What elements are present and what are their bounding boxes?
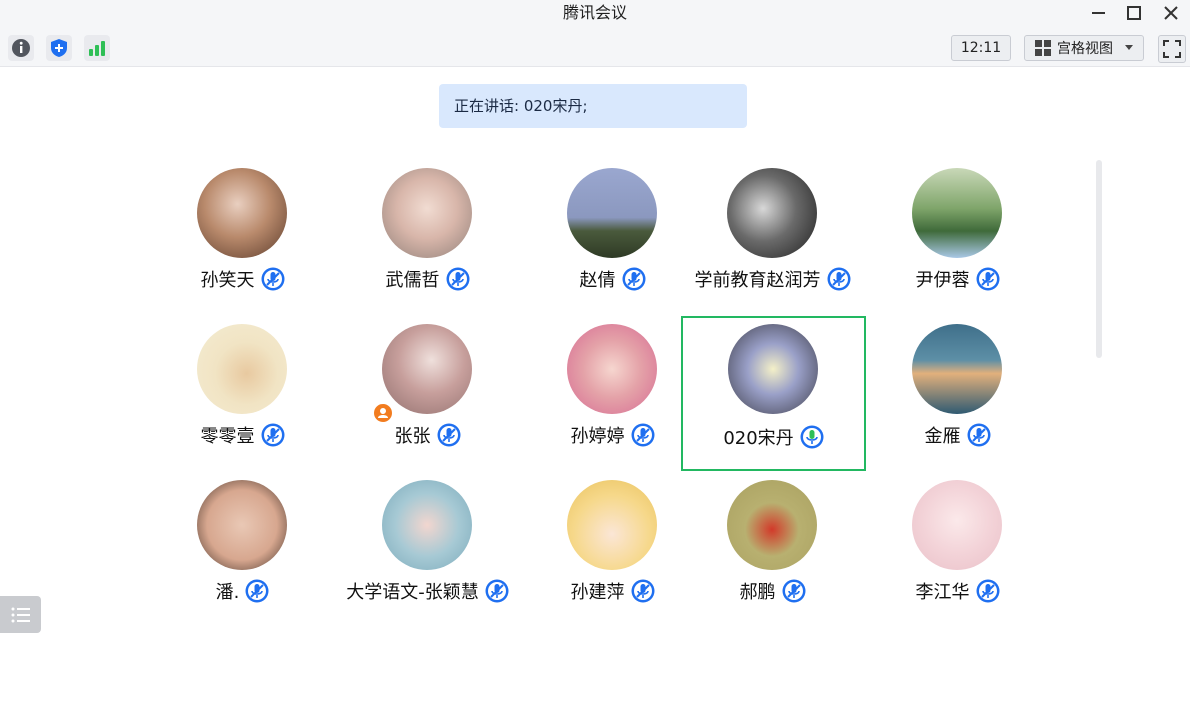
participant-tile-active[interactable]: 020宋丹 (681, 316, 866, 471)
participant-tile[interactable]: 尹伊蓉 (865, 168, 1050, 318)
participant-name: 潘. (215, 582, 240, 603)
scrollbar[interactable] (1096, 160, 1102, 358)
list-icon (11, 607, 30, 622)
close-button[interactable] (1157, 2, 1185, 24)
meeting-timer: 12:11 (951, 35, 1011, 61)
participant-name: 孙婷婷 (570, 426, 625, 447)
avatar (728, 324, 818, 414)
avatar (197, 324, 287, 414)
avatar (912, 168, 1002, 258)
participant-name: 020宋丹 (723, 428, 794, 449)
minimize-button[interactable] (1085, 2, 1113, 24)
mic-speaking-icon[interactable] (800, 425, 824, 449)
participant-tile[interactable]: 孙建萍 (520, 480, 705, 630)
mic-muted-icon[interactable] (622, 267, 646, 291)
avatar (727, 168, 817, 258)
fullscreen-button[interactable] (1158, 35, 1186, 63)
minimize-icon (1092, 12, 1105, 14)
maximize-icon (1127, 6, 1141, 20)
avatar (567, 168, 657, 258)
mic-muted-icon[interactable] (446, 267, 470, 291)
participant-name: 学前教育赵润芳 (694, 270, 821, 291)
participant-tile[interactable]: 张张 (335, 324, 520, 474)
security-button[interactable] (46, 35, 72, 61)
participant-name: 张张 (394, 426, 431, 447)
participant-name: 孙笑天 (200, 270, 255, 291)
avatar (197, 480, 287, 570)
host-badge (372, 402, 394, 424)
avatar (912, 324, 1002, 414)
toolbar: 12:11 宫格视图 (0, 30, 1190, 67)
participant-name: 孙建萍 (570, 582, 625, 603)
participant-tile[interactable]: 郝鹏 (680, 480, 865, 630)
avatar (727, 480, 817, 570)
participant-tile[interactable]: 学前教育赵润芳 (680, 168, 865, 318)
mic-muted-icon[interactable] (261, 423, 285, 447)
avatar (197, 168, 287, 258)
avatar (567, 324, 657, 414)
chevron-down-icon (1125, 45, 1133, 50)
mic-muted-icon[interactable] (485, 579, 509, 603)
participant-tile[interactable]: 赵倩 (520, 168, 705, 318)
participant-name: 赵倩 (579, 270, 616, 291)
mic-muted-icon[interactable] (976, 267, 1000, 291)
avatar (567, 480, 657, 570)
signal-icon (89, 41, 105, 56)
participant-name: 金雁 (924, 426, 961, 447)
avatar (912, 480, 1002, 570)
participant-name: 大学语文-张颖慧 (346, 582, 479, 603)
view-mode-label: 宫格视图 (1057, 41, 1113, 57)
participant-tile[interactable]: 孙婷婷 (520, 324, 705, 474)
mic-muted-icon[interactable] (976, 579, 1000, 603)
mic-muted-icon[interactable] (782, 579, 806, 603)
user-icon (378, 408, 388, 418)
participant-name: 尹伊蓉 (915, 270, 970, 291)
participant-tile[interactable]: 金雁 (865, 324, 1050, 474)
fullscreen-icon (1163, 40, 1181, 58)
mic-muted-icon[interactable] (261, 267, 285, 291)
network-button[interactable] (84, 35, 110, 61)
participant-tile[interactable]: 零零壹 (150, 324, 335, 474)
participant-tile[interactable]: 李江华 (865, 480, 1050, 630)
title-bar: 腾讯会议 (0, 0, 1190, 30)
shield-icon (51, 39, 67, 57)
close-icon (1164, 6, 1178, 20)
participant-tile[interactable]: 孙笑天 (150, 168, 335, 318)
participant-name: 零零壹 (200, 426, 255, 447)
avatar (382, 480, 472, 570)
member-list-button[interactable] (0, 596, 41, 633)
participant-tile[interactable]: 潘. (150, 480, 335, 630)
mic-muted-icon[interactable] (827, 267, 851, 291)
participant-name: 武儒哲 (385, 270, 440, 291)
window-title: 腾讯会议 (562, 3, 627, 22)
mic-muted-icon[interactable] (967, 423, 991, 447)
view-mode-select[interactable]: 宫格视图 (1024, 35, 1144, 61)
avatar (382, 324, 472, 414)
mic-muted-icon[interactable] (245, 579, 269, 603)
maximize-button[interactable] (1120, 2, 1148, 24)
participant-name: 郝鹏 (739, 582, 776, 603)
speaking-indicator: 正在讲话: 020宋丹; (439, 84, 747, 128)
speaking-label: 正在讲话: 020宋丹; (454, 97, 588, 115)
grid-view-icon (1035, 40, 1051, 56)
mic-muted-icon[interactable] (437, 423, 461, 447)
participant-tile[interactable]: 大学语文-张颖慧 (335, 480, 520, 630)
mic-muted-icon[interactable] (631, 579, 655, 603)
avatar (382, 168, 472, 258)
mic-muted-icon[interactable] (631, 423, 655, 447)
info-button[interactable] (8, 35, 34, 61)
participant-tile[interactable]: 武儒哲 (335, 168, 520, 318)
info-icon (12, 39, 30, 57)
participant-name: 李江华 (915, 582, 970, 603)
